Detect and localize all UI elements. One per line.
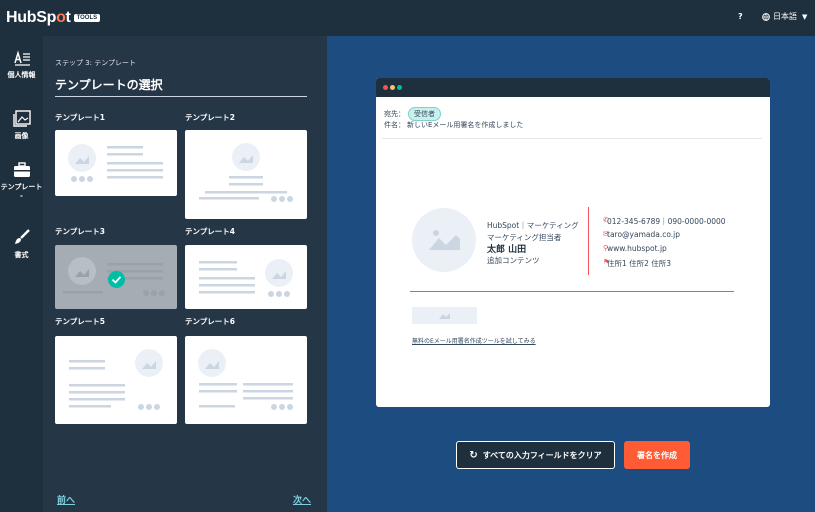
clear-fields-button[interactable]: ↻ すべての入力フィールドをクリア — [456, 441, 615, 469]
preview-area: 宛先： 受信者 件名： 新しいEメール用署名を作成しました HubSpot｜マー… — [327, 36, 815, 512]
rail-label: 個人情報 — [7, 71, 36, 79]
template-card-4[interactable] — [185, 245, 307, 309]
minimize-dot-icon — [390, 85, 395, 90]
prev-link[interactable]: 前へ — [57, 493, 75, 506]
template-thumbnail — [198, 349, 293, 410]
chevron-down-icon: ▼ — [802, 12, 808, 21]
phone-line: 012-345-6789｜090-0000-0000 — [607, 217, 726, 226]
rail-item-template[interactable]: テンプレート - — [0, 162, 43, 200]
create-signature-button[interactable]: 署名を作成 — [624, 441, 690, 469]
header-divider — [382, 138, 762, 139]
email-preview: 宛先： 受信者 件名： 新しいEメール用署名を作成しました HubSpot｜マー… — [376, 78, 770, 407]
rail-item-image[interactable]: 画像 — [0, 110, 43, 141]
rail-label: テンプレート — [0, 183, 43, 191]
help-button[interactable]: ? — [738, 12, 743, 21]
template-card-1[interactable] — [55, 130, 177, 196]
try-tool-link[interactable]: 無料のEメール用署名作成ツールを試してみる — [412, 336, 536, 345]
subject-label: 件名： — [384, 121, 405, 129]
rail-label: 画像 — [14, 132, 29, 140]
template-card-5[interactable] — [55, 336, 177, 424]
title-divider — [55, 96, 307, 97]
extra-line: 追加コンテンツ — [487, 256, 540, 265]
top-bar: HubSpot TOOLS ? 日本語 ▼ — [0, 0, 815, 36]
hubspot-logo[interactable]: HubSpot TOOLS — [6, 9, 101, 27]
brush-icon — [14, 229, 30, 244]
signature-bottom-divider — [410, 291, 734, 292]
signature-divider — [588, 207, 589, 275]
template-card-3[interactable] — [55, 245, 177, 309]
template-card-2[interactable] — [185, 130, 307, 219]
to-row: 宛先： 受信者 — [384, 107, 441, 121]
left-rail: 個人情報 画像 テンプレート - 書式 — [0, 36, 43, 512]
image-icon — [12, 110, 31, 127]
to-label: 宛先： — [384, 110, 405, 118]
language-selector[interactable]: 日本語 ▼ — [762, 11, 807, 22]
person-card-icon — [13, 50, 30, 66]
language-label: 日本語 — [773, 12, 797, 21]
checkmark-icon — [108, 271, 125, 288]
refresh-icon: ↻ — [469, 449, 478, 461]
logo-placeholder — [412, 307, 477, 324]
template-label: テンプレート1 — [55, 113, 105, 122]
close-dot-icon — [383, 85, 388, 90]
template-card-6[interactable] — [185, 336, 307, 424]
template-label: テンプレート2 — [185, 113, 235, 122]
next-link[interactable]: 次へ — [293, 493, 311, 506]
template-panel: ステップ 3: テンプレート テンプレートの選択 テンプレート1 テンプレート2… — [43, 36, 327, 512]
subject-row: 件名： 新しいEメール用署名を作成しました — [384, 120, 523, 130]
clear-label: すべての入力フィールドをクリア — [482, 450, 602, 460]
template-thumbnail — [199, 259, 293, 297]
name-line: 太郎 山田 — [487, 245, 527, 255]
globe-icon — [762, 12, 770, 21]
tools-badge: TOOLS — [73, 14, 101, 22]
window-bar — [376, 78, 770, 97]
rail-label: 書式 — [14, 251, 29, 259]
maximize-dot-icon — [397, 85, 402, 90]
image-placeholder-icon — [439, 313, 450, 319]
template-label: テンプレート4 — [185, 227, 235, 236]
company-line: HubSpot｜マーケティング — [487, 221, 579, 230]
rail-item-format[interactable]: 書式 — [0, 228, 43, 260]
recipient-pill: 受信者 — [408, 107, 441, 121]
template-thumbnail — [199, 143, 293, 202]
template-label: テンプレート5 — [55, 317, 105, 326]
page-title: テンプレートの選択 — [55, 78, 163, 92]
subject-value: 新しいEメール用署名を作成しました — [407, 121, 524, 129]
rail-item-personal-info[interactable]: 個人情報 — [0, 50, 43, 80]
template-label: テンプレート6 — [185, 317, 235, 326]
image-placeholder-icon — [429, 230, 460, 250]
template-thumbnail — [68, 144, 163, 182]
address-line: 住所1 住所2 住所3 — [607, 259, 672, 268]
step-indicator: ステップ 3: テンプレート — [55, 59, 137, 67]
template-label: テンプレート3 — [55, 227, 105, 236]
template-thumbnail — [69, 349, 163, 410]
website-line: www.hubspot.jp — [607, 244, 667, 253]
logo-text: HubSpot — [6, 9, 71, 26]
avatar — [412, 208, 476, 272]
email-line: taro@yamada.co.jp — [607, 230, 681, 239]
toolbox-icon — [13, 162, 30, 177]
